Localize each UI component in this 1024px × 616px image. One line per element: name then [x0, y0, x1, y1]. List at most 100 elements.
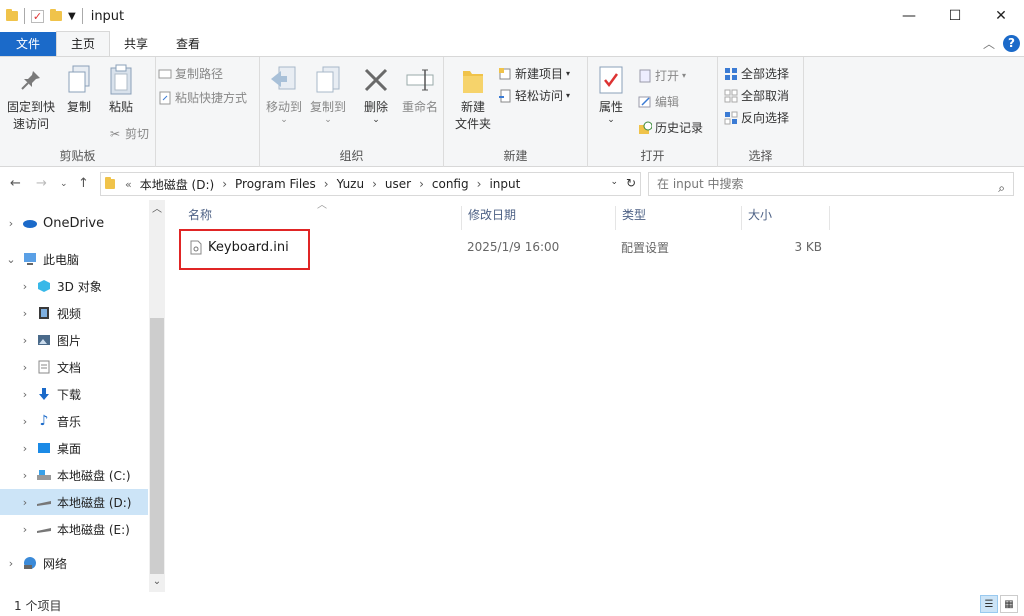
breadcrumb-item[interactable]: config ›: [432, 177, 482, 191]
recent-locations-chevron-icon[interactable]: ⌄: [60, 179, 68, 189]
breadcrumb-item[interactable]: user ›: [385, 177, 424, 191]
pin-icon: [15, 63, 47, 97]
clipboard-group: 固定到快 速访问 复制 粘贴 ✂ 剪切 剪贴板: [0, 57, 156, 167]
address-bar-row: ← → ⌄ ↑ « 本地磁盘 (D:) › Program Files › Yuzu › u…: [0, 168, 1024, 200]
group-label: 选择: [748, 149, 773, 163]
breadcrumb-chevron-icon[interactable]: ›: [477, 177, 482, 191]
column-header-size[interactable]: 大小: [742, 206, 830, 230]
column-header-modified[interactable]: 修改日期: [462, 206, 616, 230]
tab-home[interactable]: 主页: [56, 31, 111, 56]
video-icon: [36, 306, 52, 320]
maximize-button[interactable]: ☐: [932, 0, 978, 32]
rename-button[interactable]: 重命名: [398, 63, 442, 116]
new-item-button[interactable]: 新建项目 ▾: [498, 65, 570, 82]
nav-item-drive-c[interactable]: › 本地磁盘 (C:): [14, 462, 148, 488]
invert-selection-button[interactable]: 反向选择: [724, 109, 789, 126]
address-input[interactable]: « 本地磁盘 (D:) › Program Files › Yuzu › user › conf…: [100, 172, 641, 196]
file-modified: 2025/1/9 16:00: [467, 240, 560, 254]
file-size: 3 KB: [794, 240, 822, 254]
scroll-up-icon[interactable]: ︿: [149, 202, 165, 218]
nav-item-drive-e[interactable]: › 本地磁盘 (E:): [14, 516, 148, 542]
new-folder-quick-icon[interactable]: [50, 9, 62, 21]
overflow-chevron-icon[interactable]: «: [125, 178, 132, 191]
close-button[interactable]: ✕: [978, 0, 1024, 32]
nav-item-pictures[interactable]: › 图片: [14, 327, 148, 353]
organize-group: 移动到 ⌄ 复制到 ⌄ 删除 ⌄ 重命名 组织: [260, 57, 444, 167]
nav-item-downloads[interactable]: › 下载: [14, 381, 148, 407]
group-label: 组织: [339, 149, 364, 163]
nav-item-onedrive[interactable]: › OneDrive: [0, 210, 148, 236]
nav-item-desktop[interactable]: › 桌面: [14, 435, 148, 461]
tab-share[interactable]: 共享: [110, 32, 162, 56]
breadcrumb-item[interactable]: input: [489, 177, 520, 191]
new-folder-button[interactable]: 新建 文件夹: [450, 63, 496, 133]
tab-view[interactable]: 查看: [162, 32, 214, 56]
nav-item-videos[interactable]: › 视频: [14, 300, 148, 326]
nav-item-this-pc[interactable]: ⌄ 此电脑: [0, 246, 148, 272]
rename-icon: [404, 63, 436, 97]
nav-item-drive-d[interactable]: › 本地磁盘 (D:): [0, 489, 148, 515]
properties-icon: [595, 63, 627, 97]
windows-drive-icon: [36, 468, 52, 482]
column-header-name[interactable]: 名称: [182, 206, 462, 230]
copy-to-button[interactable]: 复制到 ⌄: [308, 63, 348, 125]
easy-access-button[interactable]: 轻松访问 ▾: [498, 87, 570, 104]
picture-icon: [36, 333, 52, 347]
breadcrumb-item[interactable]: 本地磁盘 (D:) ›: [140, 176, 227, 193]
group-label: 打开: [640, 149, 665, 163]
breadcrumb-item[interactable]: Program Files ›: [235, 177, 329, 191]
nav-scrollbar[interactable]: ︿ ⌄: [149, 200, 165, 592]
select-all-button[interactable]: 全部选择: [724, 65, 789, 82]
breadcrumb-item[interactable]: Yuzu ›: [337, 177, 377, 191]
collapse-ribbon-icon[interactable]: ︿: [983, 35, 995, 52]
history-button[interactable]: 历史记录: [638, 119, 703, 136]
customize-toolbar-icon[interactable]: ▼: [68, 11, 76, 22]
breadcrumb-chevron-icon[interactable]: ›: [324, 177, 329, 191]
address-dropdown-icon[interactable]: ⌄: [610, 177, 618, 187]
folder-icon: [105, 177, 115, 189]
open-group: 属性 ⌄ 打开 ▾ 编辑 历史记录 打开: [588, 57, 718, 167]
move-to-button[interactable]: 移动到 ⌄: [264, 63, 304, 125]
search-input[interactable]: 在 input 中搜索 ⌕: [648, 172, 1014, 196]
select-all-icon: [724, 67, 738, 81]
document-icon: [36, 360, 52, 374]
scroll-down-icon[interactable]: ⌄: [149, 574, 165, 590]
scroll-thumb[interactable]: [150, 318, 164, 574]
open-button[interactable]: 打开 ▾: [638, 67, 686, 84]
tab-file[interactable]: 文件: [0, 32, 57, 56]
details-view-icon[interactable]: ☰: [980, 595, 998, 613]
properties-quick-icon[interactable]: ✓: [31, 9, 44, 23]
minimize-button[interactable]: —: [886, 0, 932, 32]
expand-chevron-icon[interactable]: ›: [0, 217, 22, 230]
forward-arrow-icon[interactable]: →: [36, 176, 47, 191]
drive-icon: [36, 522, 52, 536]
select-none-button[interactable]: 全部取消: [724, 87, 789, 104]
clipboard-group-extension: [156, 57, 260, 167]
breadcrumb-chevron-icon[interactable]: ›: [372, 177, 377, 191]
help-icon[interactable]: ?: [1003, 35, 1020, 52]
edit-button[interactable]: 编辑: [638, 93, 679, 110]
back-arrow-icon[interactable]: ←: [10, 176, 21, 191]
pin-quick-access-button[interactable]: 固定到快 速访问: [4, 63, 58, 133]
file-type: 配置设置: [621, 240, 670, 255]
delete-button[interactable]: 删除 ⌄: [358, 63, 394, 125]
history-icon: [638, 121, 652, 135]
column-header-type[interactable]: 类型: [616, 206, 742, 230]
collapse-chevron-icon[interactable]: ⌄: [0, 253, 22, 266]
refresh-icon[interactable]: ↻: [626, 176, 636, 190]
breadcrumb-chevron-icon[interactable]: ›: [222, 177, 227, 191]
nav-item-music[interactable]: › ♪ 音乐: [14, 408, 148, 434]
annotation-highlight-box: [179, 229, 310, 270]
breadcrumb-chevron-icon[interactable]: ›: [419, 177, 424, 191]
cut-button[interactable]: ✂ 剪切: [108, 125, 149, 142]
paste-button[interactable]: 粘贴: [104, 63, 138, 116]
nav-item-documents[interactable]: › 文档: [14, 354, 148, 380]
nav-item-3d-objects[interactable]: › 3D 对象: [14, 273, 148, 299]
up-arrow-icon[interactable]: ↑: [78, 176, 89, 191]
large-icons-view-icon[interactable]: ▦: [1000, 595, 1018, 613]
select-none-icon: [724, 89, 738, 103]
copy-to-icon: [312, 63, 344, 97]
copy-button[interactable]: 复制: [62, 63, 96, 116]
nav-item-network[interactable]: › 网络: [0, 550, 148, 576]
properties-button[interactable]: 属性 ⌄: [594, 63, 628, 125]
